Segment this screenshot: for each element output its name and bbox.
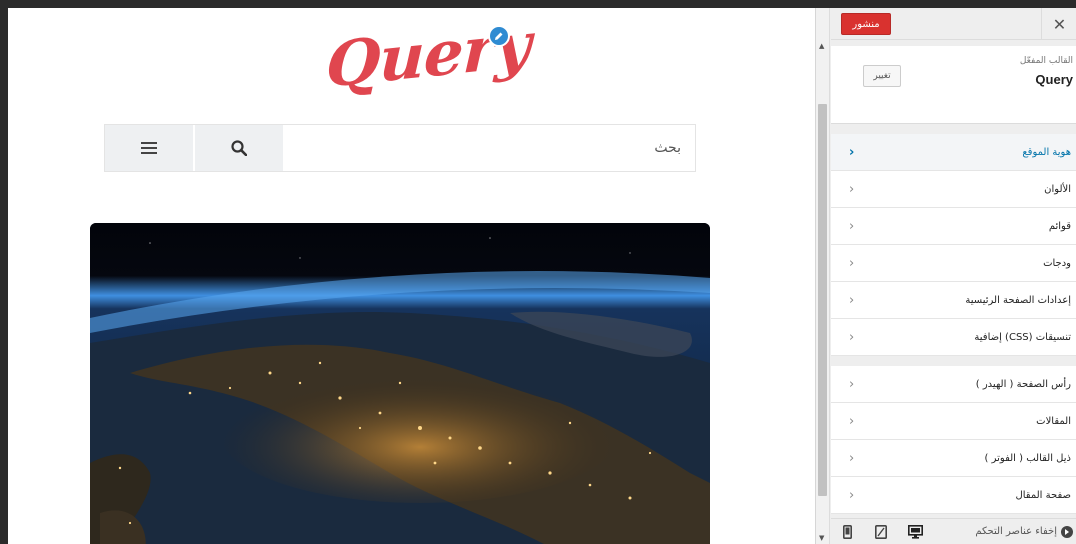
search-icon [231, 140, 247, 156]
device-preview-buttons [839, 524, 923, 540]
collapse-icon [1061, 525, 1073, 538]
active-theme-name: Query [1035, 72, 1073, 87]
hamburger-icon [141, 142, 157, 154]
section-label: تنسيقات (CSS) إضافية [974, 331, 1071, 343]
close-icon: ✕ [1052, 14, 1067, 34]
section-label: الألوان [1044, 183, 1071, 195]
customizer-panel: ▲ ▼ ✕ منشور القالب المفعّل Query تغيير ه… [815, 8, 1076, 544]
customizer-header: ✕ منشور [831, 8, 1076, 40]
preview-desktop-button[interactable] [907, 524, 923, 540]
section-label: ذيل القالب ( الفوتر ) [984, 452, 1071, 464]
section-widgets[interactable]: ودجات ‹ [831, 245, 1076, 282]
section-menus[interactable]: قوائم ‹ [831, 208, 1076, 245]
section-label: قوائم [1048, 220, 1071, 232]
chevron-left-icon: ‹ [849, 329, 855, 345]
section-single-post[interactable]: صفحة المقال ‹ [831, 477, 1076, 514]
edit-shortcut-pencil-icon[interactable] [488, 25, 510, 47]
chevron-left-icon: ‹ [849, 413, 855, 429]
section-label: إعدادات الصفحة الرئيسية [965, 294, 1071, 306]
section-colors[interactable]: الألوان ‹ [831, 171, 1076, 208]
customizer-sections-theme: رأس الصفحة ( الهيدر ) ‹ المقالات ‹ ذيل ا… [831, 366, 1076, 514]
active-theme-caption: القالب المفعّل [1019, 56, 1073, 66]
section-additional-css[interactable]: تنسيقات (CSS) إضافية ‹ [831, 319, 1076, 356]
section-header[interactable]: رأس الصفحة ( الهيدر ) ‹ [831, 366, 1076, 403]
hide-controls-button[interactable]: إخفاء عناصر التحكم [975, 525, 1073, 538]
logo-text: Query [324, 8, 532, 102]
chevron-left-icon: ‹ [849, 144, 855, 160]
hide-controls-label: إخفاء عناصر التحكم [975, 526, 1057, 537]
scrollbar[interactable]: ▲ ▼ [816, 8, 830, 544]
close-customizer-button[interactable]: ✕ [1041, 8, 1076, 40]
change-theme-button[interactable]: تغيير [863, 65, 901, 87]
chevron-left-icon: ‹ [849, 450, 855, 466]
tablet-icon [875, 525, 887, 539]
section-label: المقالات [1036, 415, 1071, 427]
section-site-identity[interactable]: هوية الموقع ‹ [831, 134, 1076, 171]
customizer-footer: إخفاء عناصر التحكم [831, 518, 1076, 544]
chevron-left-icon: ‹ [849, 376, 855, 392]
menu-toggle-button[interactable] [105, 125, 195, 171]
section-label: ودجات [1043, 257, 1071, 269]
section-label: هوية الموقع [1022, 146, 1071, 158]
search-input[interactable] [285, 125, 695, 171]
chevron-left-icon: ‹ [849, 255, 855, 271]
scroll-up-arrow-icon[interactable]: ▲ [819, 42, 824, 50]
active-theme-info: القالب المفعّل Query تغيير [831, 46, 1076, 124]
section-homepage-settings[interactable]: إعدادات الصفحة الرئيسية ‹ [831, 282, 1076, 319]
mobile-icon [842, 525, 852, 539]
section-label: صفحة المقال [1015, 489, 1071, 501]
customizer-sections-primary: هوية الموقع ‹ الألوان ‹ قوائم ‹ ودجات ‹ … [831, 134, 1076, 356]
preview-mobile-button[interactable] [839, 524, 855, 540]
search-bar [104, 124, 696, 172]
site-preview: Query [8, 8, 815, 544]
search-button[interactable] [195, 125, 285, 171]
chevron-left-icon: ‹ [849, 292, 855, 308]
section-posts[interactable]: المقالات ‹ [831, 403, 1076, 440]
section-label: رأس الصفحة ( الهيدر ) [975, 378, 1071, 390]
publish-button[interactable]: منشور [841, 13, 891, 35]
chevron-left-icon: ‹ [849, 487, 855, 503]
section-footer[interactable]: ذيل القالب ( الفوتر ) ‹ [831, 440, 1076, 477]
chevron-left-icon: ‹ [849, 181, 855, 197]
scrollbar-thumb[interactable] [818, 104, 827, 496]
chevron-left-icon: ‹ [849, 218, 855, 234]
featured-image-earth-night[interactable] [90, 223, 710, 544]
preview-tablet-button[interactable] [873, 524, 889, 540]
desktop-icon [907, 525, 923, 539]
scroll-down-arrow-icon[interactable]: ▼ [819, 534, 824, 542]
earth-at-night-image [90, 223, 710, 544]
customizer-controls: ✕ منشور القالب المفعّل Query تغيير هوية … [831, 8, 1076, 544]
